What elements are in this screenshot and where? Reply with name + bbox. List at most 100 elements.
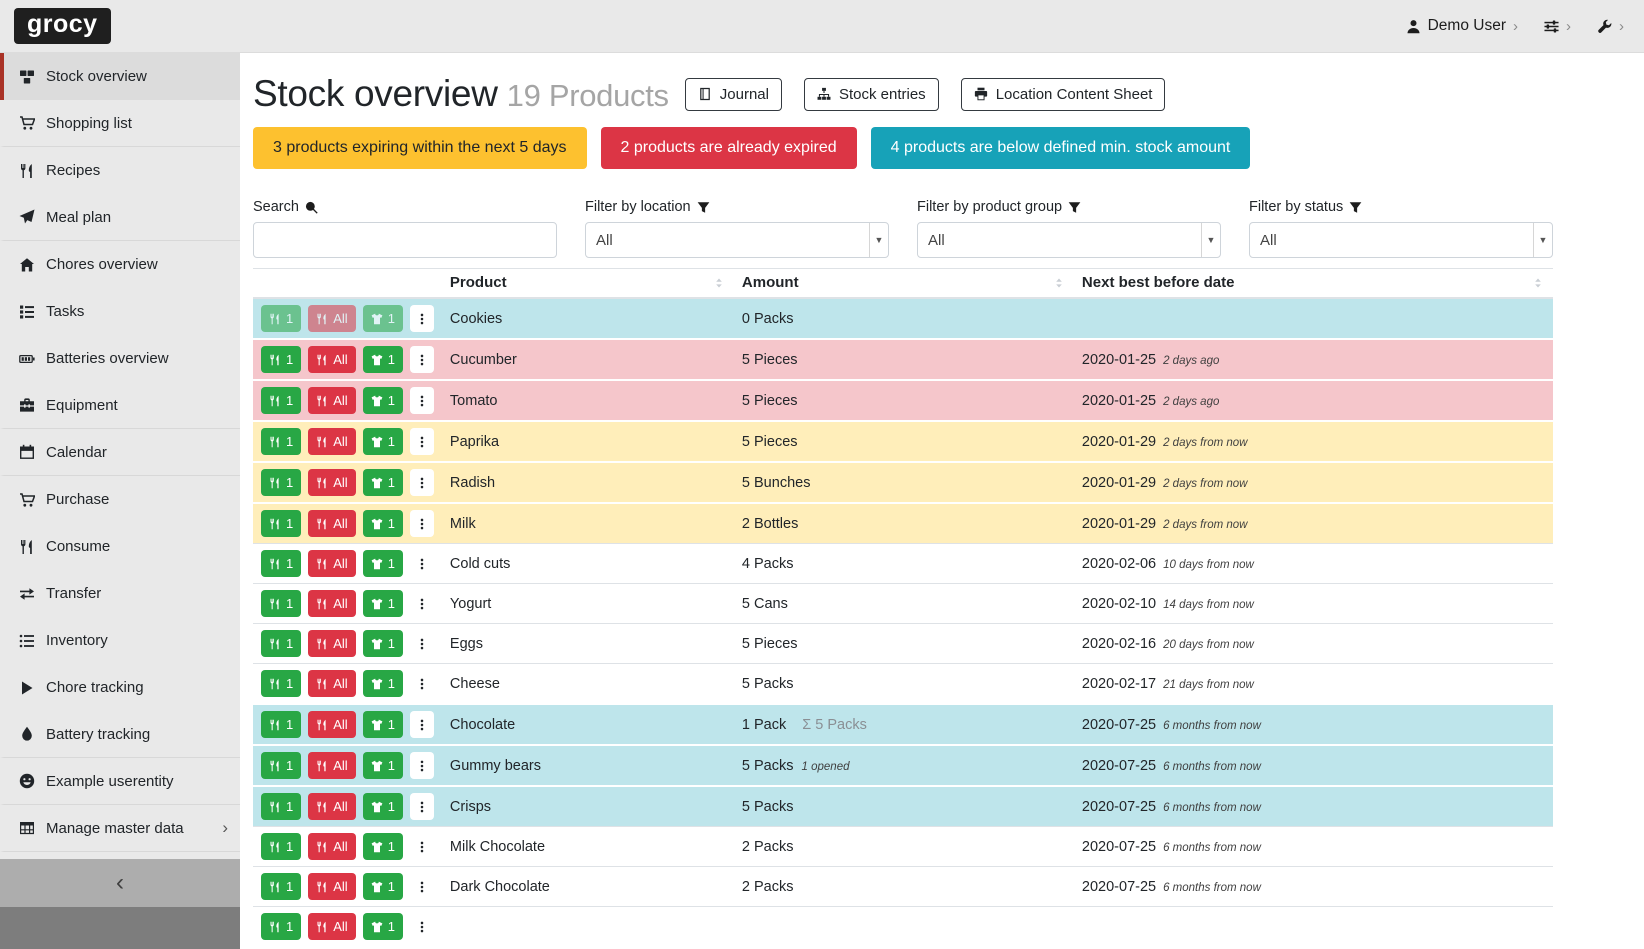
location-content-sheet-button[interactable]: Location Content Sheet bbox=[961, 78, 1166, 111]
row-menu-button[interactable] bbox=[410, 387, 434, 414]
consume-all-button[interactable]: All bbox=[308, 833, 355, 860]
consume-all-button[interactable]: All bbox=[308, 913, 355, 940]
utensils-icon bbox=[316, 313, 328, 325]
row-menu-button[interactable] bbox=[410, 670, 434, 697]
sidebar-item-transfer[interactable]: Transfer bbox=[0, 570, 240, 617]
consume-one-button[interactable]: 1 bbox=[261, 510, 301, 537]
row-menu-button[interactable] bbox=[410, 305, 434, 332]
stock-entries-button[interactable]: Stock entries bbox=[804, 78, 939, 111]
consume-one-button[interactable]: 1 bbox=[261, 346, 301, 373]
row-menu-button[interactable] bbox=[410, 752, 434, 779]
open-one-button[interactable]: 1 bbox=[363, 670, 403, 697]
search-input[interactable] bbox=[253, 222, 557, 258]
consume-all-button[interactable]: All bbox=[308, 752, 355, 779]
open-one-button[interactable]: 1 bbox=[363, 305, 403, 332]
open-one-button[interactable]: 1 bbox=[363, 913, 403, 940]
open-one-button[interactable]: 1 bbox=[363, 550, 403, 577]
location-filter-select[interactable]: All▼ bbox=[585, 222, 889, 258]
row-menu-button[interactable] bbox=[410, 913, 434, 940]
consume-one-button[interactable]: 1 bbox=[261, 305, 301, 332]
column-header-next-best-before-date[interactable]: Next best before date bbox=[1074, 269, 1553, 299]
consume-one-button[interactable]: 1 bbox=[261, 670, 301, 697]
sidebar-item-meal-plan[interactable]: Meal plan bbox=[0, 194, 240, 241]
open-one-button[interactable]: 1 bbox=[363, 510, 403, 537]
row-menu-button[interactable] bbox=[410, 346, 434, 373]
consume-one-button[interactable]: 1 bbox=[261, 630, 301, 657]
open-one-button[interactable]: 1 bbox=[363, 346, 403, 373]
sidebar-item-example-userentity[interactable]: Example userentity bbox=[0, 758, 240, 805]
consume-all-button[interactable]: All bbox=[308, 510, 355, 537]
consume-all-button[interactable]: All bbox=[308, 469, 355, 496]
sidebar-item-equipment[interactable]: Equipment bbox=[0, 382, 240, 429]
consume-one-button[interactable]: 1 bbox=[261, 833, 301, 860]
consume-one-button[interactable]: 1 bbox=[261, 469, 301, 496]
status-filter-select[interactable]: All▼ bbox=[1249, 222, 1553, 258]
consume-all-button[interactable]: All bbox=[308, 550, 355, 577]
product-group-filter-select[interactable]: All▼ bbox=[917, 222, 1221, 258]
sidebar-item-chore-tracking[interactable]: Chore tracking bbox=[0, 664, 240, 711]
consume-one-button[interactable]: 1 bbox=[261, 590, 301, 617]
row-menu-button[interactable] bbox=[410, 793, 434, 820]
sidebar-item-shopping-list[interactable]: Shopping list bbox=[0, 100, 240, 147]
sidebar-item-recipes[interactable]: Recipes bbox=[0, 147, 240, 194]
consume-one-button[interactable]: 1 bbox=[261, 550, 301, 577]
sidebar-collapse-button[interactable]: ‹ bbox=[0, 859, 240, 907]
settings-menu[interactable]: › bbox=[1544, 19, 1571, 34]
open-one-button[interactable]: 1 bbox=[363, 428, 403, 455]
consume-all-button[interactable]: All bbox=[308, 630, 355, 657]
consume-one-button[interactable]: 1 bbox=[261, 913, 301, 940]
consume-one-button[interactable]: 1 bbox=[261, 711, 301, 738]
sidebar-item-calendar[interactable]: Calendar bbox=[0, 429, 240, 476]
consume-all-button[interactable]: All bbox=[308, 711, 355, 738]
row-menu-button[interactable] bbox=[410, 469, 434, 496]
open-one-button[interactable]: 1 bbox=[363, 387, 403, 414]
row-menu-button[interactable] bbox=[410, 833, 434, 860]
user-menu[interactable]: Demo User › bbox=[1406, 17, 1518, 35]
row-menu-button[interactable] bbox=[410, 873, 434, 900]
open-one-button[interactable]: 1 bbox=[363, 469, 403, 496]
app-logo[interactable]: grocy bbox=[14, 8, 111, 44]
row-menu-button[interactable] bbox=[410, 711, 434, 738]
consume-all-button[interactable]: All bbox=[308, 305, 355, 332]
expired-banner[interactable]: 2 products are already expired bbox=[601, 127, 857, 169]
consume-all-button[interactable]: All bbox=[308, 387, 355, 414]
journal-button[interactable]: Journal bbox=[685, 78, 782, 111]
sidebar-item-tasks[interactable]: Tasks bbox=[0, 288, 240, 335]
consume-one-button[interactable]: 1 bbox=[261, 752, 301, 779]
sidebar-item-manage-master-data[interactable]: Manage master data› bbox=[0, 805, 240, 852]
open-one-button[interactable]: 1 bbox=[363, 590, 403, 617]
open-one-button[interactable]: 1 bbox=[363, 873, 403, 900]
sidebar-item-battery-tracking[interactable]: Battery tracking bbox=[0, 711, 240, 758]
row-menu-button[interactable] bbox=[410, 630, 434, 657]
consume-all-button[interactable]: All bbox=[308, 873, 355, 900]
row-menu-button[interactable] bbox=[410, 590, 434, 617]
row-menu-button[interactable] bbox=[410, 428, 434, 455]
column-header-amount[interactable]: Amount bbox=[734, 269, 1074, 299]
open-one-button[interactable]: 1 bbox=[363, 833, 403, 860]
sidebar-item-consume[interactable]: Consume bbox=[0, 523, 240, 570]
open-one-button[interactable]: 1 bbox=[363, 711, 403, 738]
consume-all-button[interactable]: All bbox=[308, 590, 355, 617]
sidebar-item-stock-overview[interactable]: Stock overview bbox=[0, 53, 240, 100]
consume-all-button[interactable]: All bbox=[308, 670, 355, 697]
sidebar-item-purchase[interactable]: Purchase bbox=[0, 476, 240, 523]
sidebar-item-chores-overview[interactable]: Chores overview bbox=[0, 241, 240, 288]
consume-all-button[interactable]: All bbox=[308, 346, 355, 373]
sidebar-item-inventory[interactable]: Inventory bbox=[0, 617, 240, 664]
row-menu-button[interactable] bbox=[410, 550, 434, 577]
consume-one-button[interactable]: 1 bbox=[261, 873, 301, 900]
consume-all-button[interactable]: All bbox=[308, 428, 355, 455]
expiring-banner[interactable]: 3 products expiring within the next 5 da… bbox=[253, 127, 587, 169]
open-one-button[interactable]: 1 bbox=[363, 630, 403, 657]
consume-one-button[interactable]: 1 bbox=[261, 387, 301, 414]
sidebar-item-batteries-overview[interactable]: Batteries overview bbox=[0, 335, 240, 382]
row-menu-button[interactable] bbox=[410, 510, 434, 537]
consume-one-button[interactable]: 1 bbox=[261, 428, 301, 455]
open-one-button[interactable]: 1 bbox=[363, 752, 403, 779]
below-min-stock-banner[interactable]: 4 products are below defined min. stock … bbox=[871, 127, 1251, 169]
open-one-button[interactable]: 1 bbox=[363, 793, 403, 820]
consume-all-button[interactable]: All bbox=[308, 793, 355, 820]
admin-menu[interactable]: › bbox=[1597, 19, 1624, 34]
column-header-product[interactable]: Product bbox=[442, 269, 734, 299]
consume-one-button[interactable]: 1 bbox=[261, 793, 301, 820]
